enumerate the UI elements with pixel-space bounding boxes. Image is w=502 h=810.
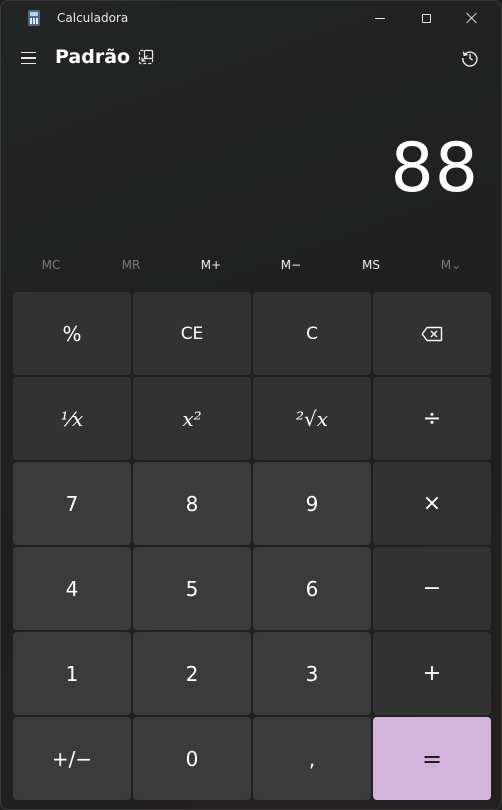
digit-4-button[interactable]: 4 bbox=[13, 547, 131, 630]
history-icon bbox=[462, 51, 478, 67]
memory-toolbar: MC MR M+ M− MS M⌄ bbox=[11, 249, 491, 281]
backspace-button[interactable] bbox=[373, 292, 491, 375]
close-icon bbox=[466, 12, 478, 24]
digit-6-button[interactable]: 6 bbox=[253, 547, 371, 630]
mode-title: Padrão bbox=[55, 46, 131, 68]
result-display: 88 bbox=[390, 129, 479, 208]
divide-button[interactable]: ÷ bbox=[373, 377, 491, 460]
close-button[interactable] bbox=[449, 1, 495, 35]
memory-list-button[interactable]: M⌄ bbox=[411, 249, 491, 281]
digit-0-button[interactable]: 0 bbox=[133, 717, 251, 800]
maximize-button[interactable] bbox=[403, 1, 449, 35]
memory-store-button[interactable]: MS bbox=[331, 249, 411, 281]
square-root-button[interactable]: ²√x bbox=[253, 377, 371, 460]
history-button[interactable] bbox=[461, 49, 479, 67]
digit-8-button[interactable]: 8 bbox=[133, 462, 251, 545]
maximize-icon bbox=[421, 13, 431, 23]
equals-button[interactable]: = bbox=[373, 717, 491, 800]
keypad: % CE C ¹⁄x x² ²√x ÷ 7 8 9 × 4 5 6 − 1 2 … bbox=[13, 292, 491, 800]
memory-add-button[interactable]: M+ bbox=[171, 249, 251, 281]
reciprocal-button[interactable]: ¹⁄x bbox=[13, 377, 131, 460]
memory-recall-button[interactable]: MR bbox=[91, 249, 171, 281]
backspace-icon bbox=[421, 326, 443, 341]
negate-button[interactable]: +/− bbox=[13, 717, 131, 800]
clear-button[interactable]: C bbox=[253, 292, 371, 375]
multiply-button[interactable]: × bbox=[373, 462, 491, 545]
memory-subtract-button[interactable]: M− bbox=[251, 249, 331, 281]
window-title: Calculadora bbox=[57, 11, 129, 25]
digit-7-button[interactable]: 7 bbox=[13, 462, 131, 545]
navigation-menu-button[interactable] bbox=[21, 45, 45, 71]
calculator-window: Calculadora Padrão 88 MC MR M+ M− MS M⌄ … bbox=[0, 0, 502, 810]
digit-3-button[interactable]: 3 bbox=[253, 632, 371, 715]
keep-on-top-button[interactable] bbox=[138, 49, 154, 65]
hamburger-icon bbox=[21, 51, 36, 54]
square-button[interactable]: x² bbox=[133, 377, 251, 460]
minus-button[interactable]: − bbox=[373, 547, 491, 630]
clear-entry-button[interactable]: CE bbox=[133, 292, 251, 375]
keep-on-top-icon bbox=[138, 49, 154, 65]
digit-1-button[interactable]: 1 bbox=[13, 632, 131, 715]
minimize-icon bbox=[375, 17, 385, 19]
digit-9-button[interactable]: 9 bbox=[253, 462, 371, 545]
digit-5-button[interactable]: 5 bbox=[133, 547, 251, 630]
percent-button[interactable]: % bbox=[13, 292, 131, 375]
calculator-app-icon bbox=[28, 10, 40, 26]
memory-clear-button[interactable]: MC bbox=[11, 249, 91, 281]
plus-button[interactable]: + bbox=[373, 632, 491, 715]
digit-2-button[interactable]: 2 bbox=[133, 632, 251, 715]
minimize-button[interactable] bbox=[357, 1, 403, 35]
decimal-separator-button[interactable]: , bbox=[253, 717, 371, 800]
title-bar[interactable]: Calculadora bbox=[1, 1, 501, 35]
